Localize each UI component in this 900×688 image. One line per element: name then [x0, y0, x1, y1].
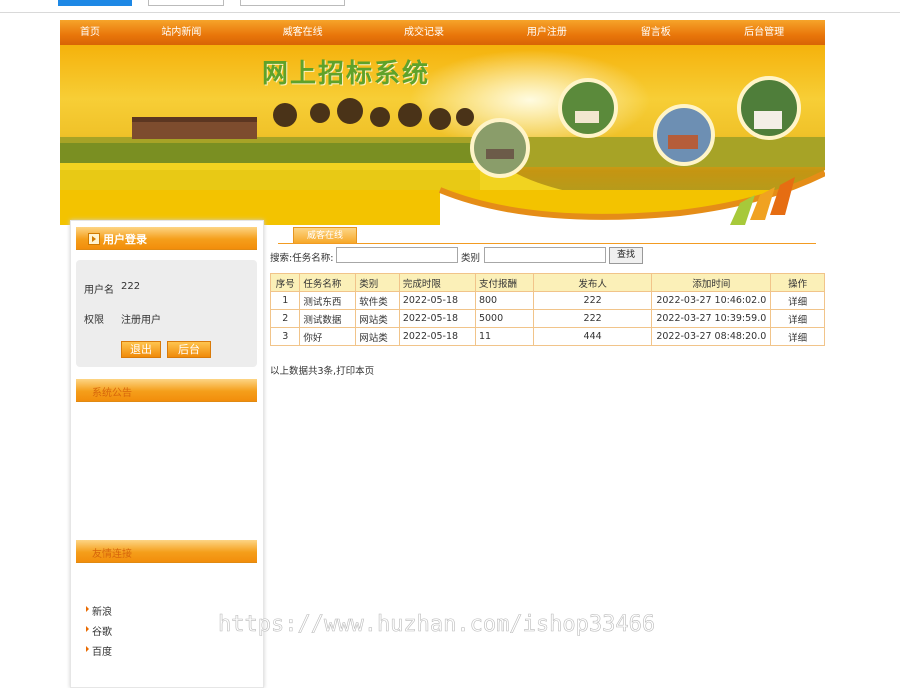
tab-underline — [278, 243, 816, 244]
cell-task-name: 你好 — [299, 327, 357, 346]
login-box: 用户名 222 权限 注册用户 退出 后台 — [76, 260, 257, 367]
search-task-label: 搜索:任务名称: — [270, 253, 334, 264]
nav-register[interactable]: 用户注册 — [485, 20, 608, 45]
username-label: 用户名 — [84, 285, 114, 296]
cell-publisher: 444 — [532, 327, 653, 346]
top-tab-active[interactable] — [58, 0, 132, 6]
browser-top-strip — [0, 0, 900, 13]
links-header: 友情连接 — [76, 540, 257, 563]
link-item-google[interactable]: 谷歌 — [86, 623, 112, 638]
notice-title: 系统公告 — [92, 388, 132, 399]
cell-reward: 5000 — [474, 309, 534, 328]
cell-task-name: 测试数据 — [299, 309, 357, 328]
col-added-time: 添加时间 — [651, 273, 772, 292]
username-row: 用户名 222 — [84, 281, 140, 296]
site-title: 网上招标系统 — [262, 59, 431, 89]
main-nav: 首页 站内新闻 威客在线 成交记录 用户注册 留言板 后台管理 — [60, 20, 825, 45]
cell-reward: 11 — [474, 327, 534, 346]
search-button[interactable]: 查找 — [609, 247, 643, 264]
logout-button[interactable]: 退出 — [121, 341, 161, 358]
cell-category: 网站类 — [355, 327, 400, 346]
col-action: 操作 — [770, 273, 825, 292]
nav-home[interactable]: 首页 — [60, 20, 120, 45]
table-header-row: 序号 任务名称 类别 完成时限 支付报酬 发布人 添加时间 操作 — [269, 273, 825, 292]
admin-button[interactable]: 后台 — [167, 341, 211, 358]
cell-reward: 800 — [474, 291, 534, 310]
banner-landscape-image — [60, 50, 825, 225]
links-title: 友情连接 — [92, 549, 132, 560]
cell-category: 软件类 — [355, 291, 400, 310]
site-banner: 网上招标系统 — [60, 45, 825, 225]
col-publisher: 发布人 — [532, 273, 653, 292]
tab-witkey-online[interactable]: 威客在线 — [293, 227, 357, 244]
cell-index: 3 — [269, 327, 301, 346]
role-label: 权限 — [84, 315, 104, 326]
nav-guestbook[interactable]: 留言板 — [608, 20, 703, 45]
role-value: 注册用户 — [121, 315, 161, 326]
detail-link[interactable]: 详细 — [770, 309, 825, 328]
detail-link[interactable]: 详细 — [770, 291, 825, 310]
cell-added-time: 2022-03-27 10:46:02.0 — [651, 291, 772, 310]
cell-index: 2 — [269, 309, 301, 328]
cell-deadline: 2022-05-18 — [398, 291, 476, 310]
col-category: 类别 — [355, 273, 400, 292]
task-name-input[interactable] — [336, 247, 458, 263]
login-title: 用户登录 — [103, 233, 147, 246]
cell-category: 网站类 — [355, 309, 400, 328]
role-row: 权限 注册用户 — [84, 311, 161, 326]
cell-added-time: 2022-03-27 08:48:20.0 — [651, 327, 772, 346]
cell-publisher: 222 — [532, 309, 653, 328]
table-row: 2 测试数据 网站类 2022-05-18 5000 222 2022-03-2… — [269, 309, 825, 328]
link-item-sina[interactable]: 新浪 — [86, 603, 112, 618]
nav-admin[interactable]: 后台管理 — [703, 20, 825, 45]
category-label: 类别 — [461, 253, 481, 264]
link-item-baidu[interactable]: 百度 — [86, 643, 112, 658]
col-deadline: 完成时限 — [398, 273, 476, 292]
cell-added-time: 2022-03-27 10:39:59.0 — [651, 309, 772, 328]
notice-header: 系统公告 — [76, 379, 257, 402]
top-tab[interactable] — [148, 0, 224, 6]
top-tab[interactable] — [240, 0, 345, 6]
table-row: 1 测试东西 软件类 2022-05-18 800 222 2022-03-27… — [269, 291, 825, 310]
col-task-name: 任务名称 — [299, 273, 357, 292]
cell-deadline: 2022-05-18 — [398, 327, 476, 346]
col-index: 序号 — [269, 273, 301, 292]
username-value: 222 — [121, 281, 141, 292]
detail-link[interactable]: 详细 — [770, 327, 825, 346]
table-summary: 以上数据共3条,打印本页 — [270, 366, 375, 377]
login-box-header: 用户登录 — [76, 227, 257, 250]
nav-deal-records[interactable]: 成交记录 — [363, 20, 486, 45]
nav-news[interactable]: 站内新闻 — [120, 20, 243, 45]
arrow-right-icon — [88, 233, 100, 245]
task-table: 序号 任务名称 类别 完成时限 支付报酬 发布人 添加时间 操作 1 测试东西 … — [269, 273, 825, 346]
cell-task-name: 测试东西 — [299, 291, 357, 310]
watermark-text: https://www.huzhan.com/ishop33466 — [218, 612, 656, 638]
category-input[interactable] — [484, 247, 606, 263]
cell-deadline: 2022-05-18 — [398, 309, 476, 328]
nav-witkey-online[interactable]: 威客在线 — [243, 20, 363, 45]
cell-index: 1 — [269, 291, 301, 310]
table-row: 3 你好 网站类 2022-05-18 11 444 2022-03-27 08… — [269, 327, 825, 346]
col-reward: 支付报酬 — [474, 273, 534, 292]
cell-publisher: 222 — [532, 291, 653, 310]
